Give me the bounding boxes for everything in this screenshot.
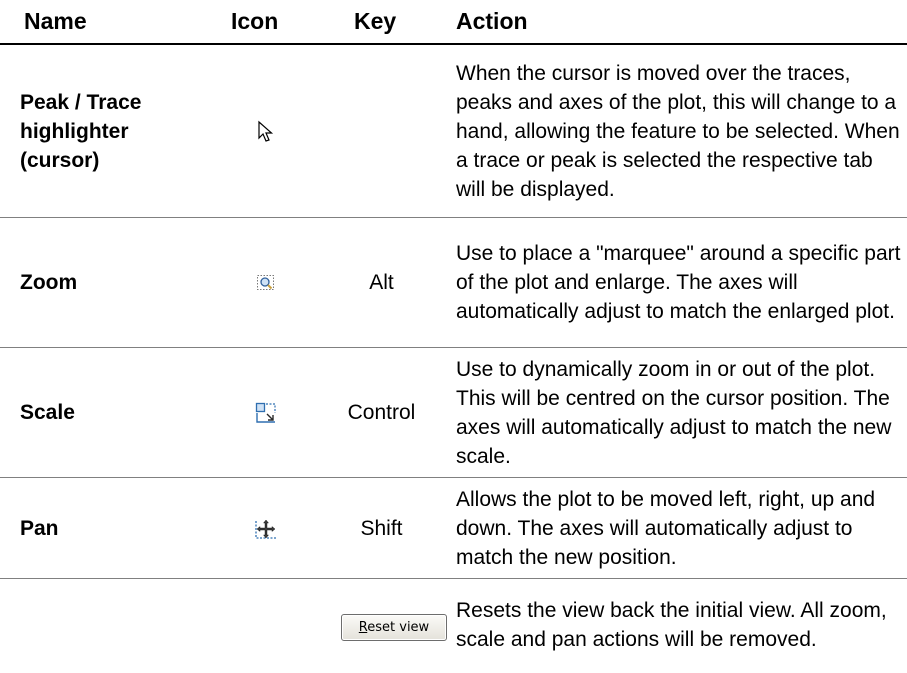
tool-action: Allows the plot to be moved left, right,… [456,487,876,569]
reset-view-label: eset view [367,619,430,635]
tool-name: Zoom [20,271,78,294]
tool-key: Shift [360,516,403,540]
reset-view-button[interactable]: Reset view [341,613,447,641]
tools-table: Name Icon Key Action Peak / Trace highli… [0,0,907,671]
tool-name-line: highlighter [20,119,129,143]
table-row: Pan Shift Allows the plot to be moved le… [0,478,907,579]
tool-key: Alt [369,271,394,294]
scale-icon [255,402,277,424]
table-row: Scale Control Use to dynamically zoom in… [0,348,907,478]
header-icon: Icon [231,8,279,34]
tool-name: Scale [20,401,75,424]
tool-key: Control [347,401,416,424]
table-header-row: Name Icon Key Action [0,0,907,45]
tool-action: Use to place a "marquee" around a specif… [456,242,901,323]
header-name: Name [24,8,87,34]
tool-name-line: (cursor) [20,148,100,172]
header-action: Action [456,8,528,34]
tool-action: When the cursor is moved over the traces… [456,61,900,201]
reset-view-mnemonic: R [358,619,368,635]
table-row: Zoom Alt Use to place a "marquee" around… [0,218,907,348]
tool-name-line: Peak / Trace [20,90,142,114]
tool-name: Peak / Trace highlighter (cursor) [0,88,216,175]
table-row: Reset view Resets the view back the init… [0,579,907,671]
tool-action: Resets the view back the initial view. A… [456,599,887,651]
zoom-marquee-icon [256,274,276,292]
header-key: Key [354,8,397,34]
tool-name: Pan [20,516,59,540]
pan-icon [254,518,278,540]
arrow-cursor-icon [256,120,276,144]
tool-action: Use to dynamically zoom in or out of the… [456,357,892,468]
table-row: Peak / Trace highlighter (cursor) When t… [0,45,907,218]
